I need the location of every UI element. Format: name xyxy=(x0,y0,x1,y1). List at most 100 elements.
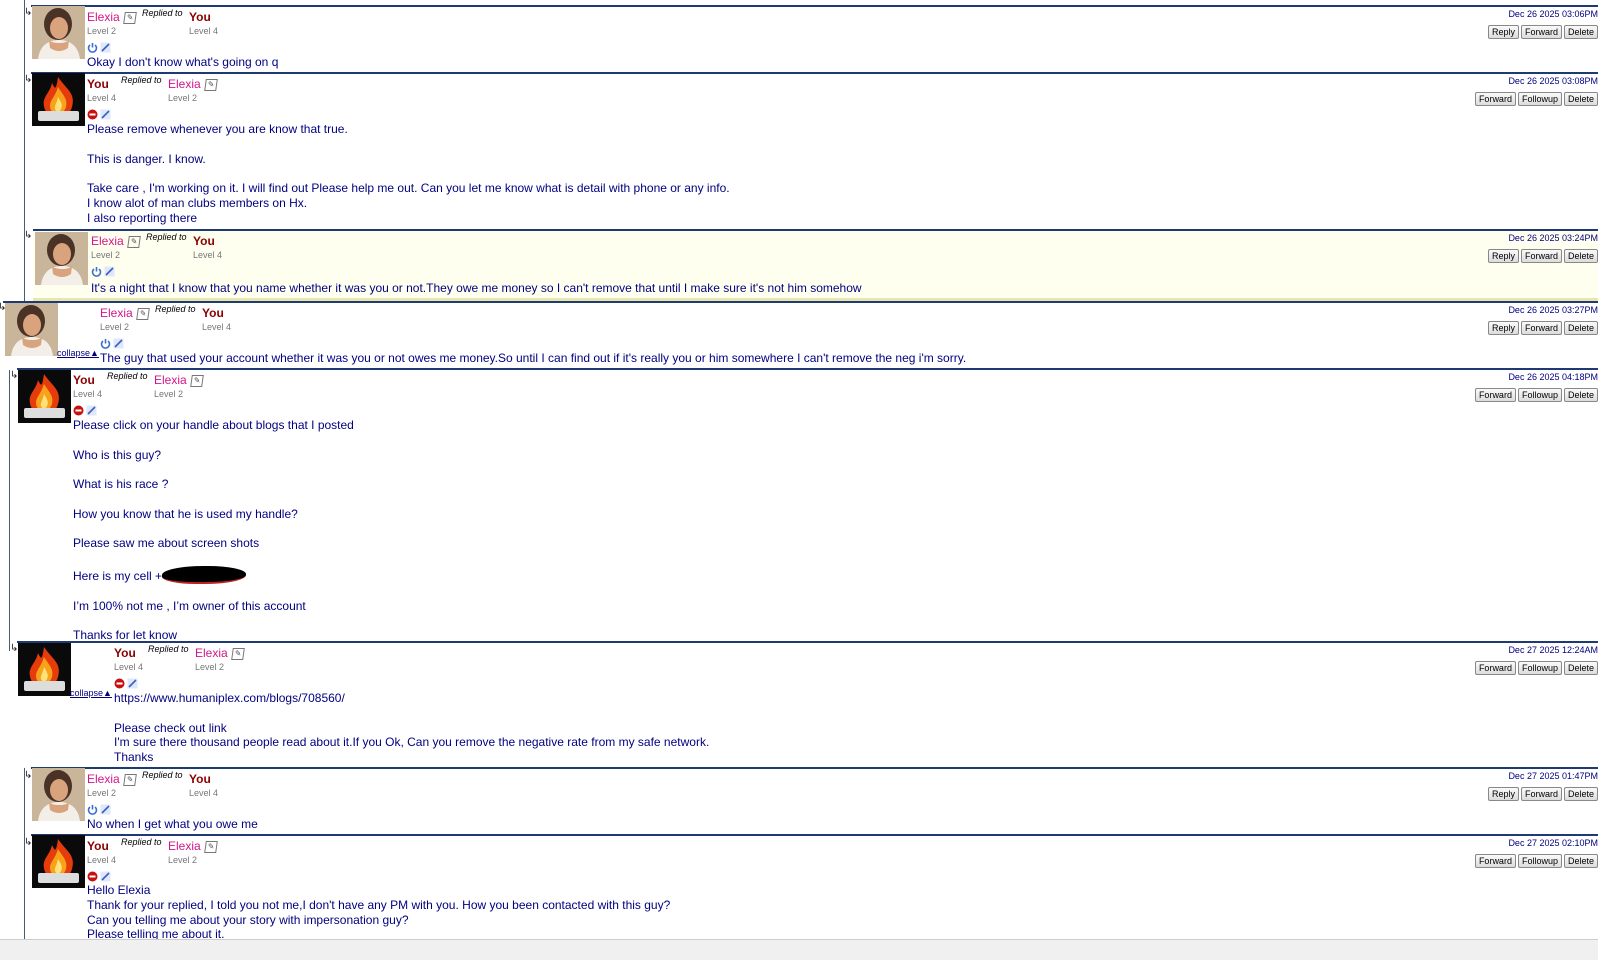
author-name[interactable]: Elexia xyxy=(100,306,133,320)
power-icon[interactable] xyxy=(91,264,102,277)
note-icon[interactable]: ✎ xyxy=(231,648,245,660)
block-icon[interactable] xyxy=(114,676,125,689)
block-icon[interactable] xyxy=(87,869,98,882)
delete-button[interactable]: Delete xyxy=(1563,388,1598,402)
message-line xyxy=(73,462,354,477)
recipient-name[interactable]: You xyxy=(202,306,224,320)
delete-button[interactable]: Delete xyxy=(1563,661,1598,675)
edit-profile-icon[interactable] xyxy=(100,40,111,53)
replied-to-label: Replied to xyxy=(107,371,148,381)
power-icon[interactable] xyxy=(87,802,98,815)
delete-button[interactable]: Delete xyxy=(1563,25,1598,39)
edit-profile-icon[interactable] xyxy=(100,802,111,815)
message-line: No when I get what you owe me xyxy=(87,817,258,831)
reply-button[interactable]: Reply xyxy=(1487,25,1519,39)
note-icon[interactable]: ✎ xyxy=(204,79,218,91)
note-icon[interactable]: ✎ xyxy=(127,236,141,248)
block-icon[interactable] xyxy=(73,403,84,416)
message-date: Dec 26 2025 03:08PM xyxy=(1508,76,1598,86)
power-icon[interactable] xyxy=(100,336,111,349)
edit-profile-icon[interactable] xyxy=(113,336,124,349)
forward-button[interactable]: Forward xyxy=(1520,25,1562,39)
message-line: What is his race ? xyxy=(73,477,169,492)
recipient-level: Level 2 xyxy=(195,662,225,672)
message-date: Dec 27 2025 02:10PM xyxy=(1508,838,1598,848)
avatar[interactable] xyxy=(35,232,88,285)
forward-button[interactable]: Forward xyxy=(1520,787,1562,801)
author-name[interactable]: You xyxy=(87,77,109,91)
block-icon[interactable] xyxy=(87,107,98,120)
horizontal-scrollbar[interactable] xyxy=(0,939,1598,960)
recipient-name[interactable]: Elexia xyxy=(168,77,201,91)
edit-profile-icon[interactable] xyxy=(100,869,111,882)
delete-button[interactable]: Delete xyxy=(1563,787,1598,801)
delete-button[interactable]: Delete xyxy=(1563,92,1598,106)
note-icon[interactable]: ✎ xyxy=(204,841,218,853)
recipient-name[interactable]: Elexia xyxy=(195,646,228,660)
recipient-name[interactable]: You xyxy=(193,234,215,248)
message-header: Elexia ✎ Level 2 Replied to You Level 4 xyxy=(91,232,491,281)
author-name[interactable]: You xyxy=(87,839,109,853)
message-item: Elexia ✎ Level 2 Replied to You Level 4 Dec 27… xyxy=(31,767,1598,835)
note-icon[interactable]: ✎ xyxy=(190,375,204,387)
forward-button[interactable]: Forward xyxy=(1520,249,1562,263)
collapse-link[interactable]: collapse▲ xyxy=(57,348,99,358)
reply-button[interactable]: Reply xyxy=(1487,787,1519,801)
message-line: This is danger. I know. xyxy=(87,151,206,166)
author-level: Level 2 xyxy=(100,322,130,332)
edit-profile-icon[interactable] xyxy=(100,107,111,120)
avatar[interactable] xyxy=(32,835,85,888)
recipient-name[interactable]: Elexia xyxy=(154,373,187,387)
forward-button[interactable]: Forward xyxy=(1520,321,1562,335)
edit-profile-icon[interactable] xyxy=(104,264,115,277)
delete-button[interactable]: Delete xyxy=(1563,249,1598,263)
message-line xyxy=(114,706,709,721)
forward-button[interactable]: Forward xyxy=(1474,388,1516,402)
author-name[interactable]: You xyxy=(114,646,136,660)
collapse-link[interactable]: collapse▲ xyxy=(70,688,112,698)
edit-profile-icon[interactable] xyxy=(127,676,138,689)
followup-button[interactable]: Followup xyxy=(1517,388,1562,402)
recipient-name[interactable]: You xyxy=(189,772,211,786)
message-line: Thanks xyxy=(114,750,154,765)
followup-button[interactable]: Followup xyxy=(1517,661,1562,675)
message-header: You Level 4 Replied to Elexia ✎ Level 2 xyxy=(87,837,487,886)
avatar[interactable] xyxy=(18,370,71,423)
replied-to-label: Replied to xyxy=(148,644,189,654)
replied-to-label: Replied to xyxy=(146,232,187,242)
message-date: Dec 26 2025 03:24PM xyxy=(1508,233,1598,243)
message-line: Please check out link xyxy=(114,720,227,735)
edit-profile-icon[interactable] xyxy=(86,403,97,416)
avatar[interactable] xyxy=(5,303,58,356)
reply-button[interactable]: Reply xyxy=(1487,321,1519,335)
recipient-level: Level 4 xyxy=(202,322,232,332)
message-line: Okay I don't know what's going on q xyxy=(87,55,279,69)
author-name[interactable]: Elexia xyxy=(87,10,120,24)
delete-button[interactable]: Delete xyxy=(1563,854,1598,868)
message-actions: Reply Forward Delete xyxy=(1486,318,1598,336)
avatar[interactable] xyxy=(18,643,71,696)
author-name[interactable]: Elexia xyxy=(87,772,120,786)
reply-button[interactable]: Reply xyxy=(1487,249,1519,263)
avatar[interactable] xyxy=(32,6,85,59)
followup-button[interactable]: Followup xyxy=(1517,854,1562,868)
forward-button[interactable]: Forward xyxy=(1474,854,1516,868)
recipient-name[interactable]: You xyxy=(189,10,211,24)
message-line: The guy that used your account whether i… xyxy=(100,351,967,365)
delete-button[interactable]: Delete xyxy=(1563,321,1598,335)
author-name[interactable]: Elexia xyxy=(91,234,124,248)
recipient-name[interactable]: Elexia xyxy=(168,839,201,853)
note-icon[interactable]: ✎ xyxy=(123,12,137,24)
avatar[interactable] xyxy=(32,73,85,126)
followup-button[interactable]: Followup xyxy=(1517,92,1562,106)
redacted-phone-number xyxy=(162,565,247,584)
forward-button[interactable]: Forward xyxy=(1474,92,1516,106)
forward-button[interactable]: Forward xyxy=(1474,661,1516,675)
author-name[interactable]: You xyxy=(73,373,95,387)
note-icon[interactable]: ✎ xyxy=(123,774,137,786)
power-icon[interactable] xyxy=(87,40,98,53)
message-body: https://www.humaniplex.com/blogs/708560/… xyxy=(114,691,709,765)
note-icon[interactable]: ✎ xyxy=(136,308,150,320)
avatar[interactable] xyxy=(32,768,85,821)
message-actions: Reply Forward Delete xyxy=(1486,22,1598,40)
